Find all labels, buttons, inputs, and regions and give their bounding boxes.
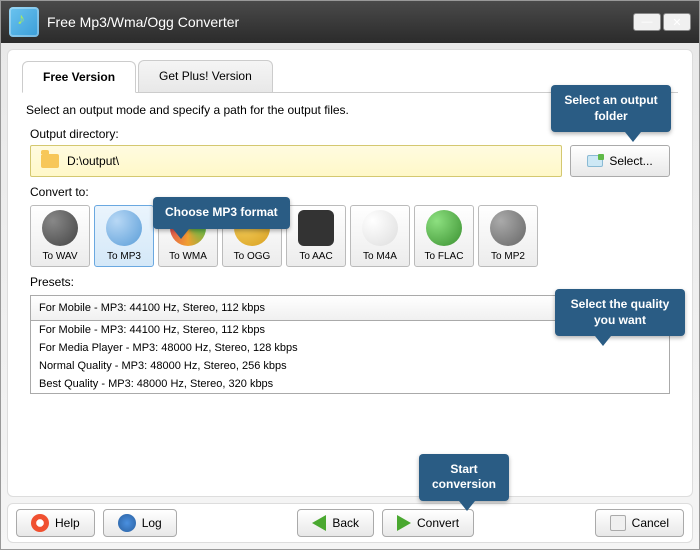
- minimize-button[interactable]: —: [633, 13, 661, 31]
- m4a-icon: [362, 210, 398, 246]
- callout-choose-format: Choose MP3 format: [153, 197, 290, 229]
- tab-free-version[interactable]: Free Version: [22, 61, 136, 93]
- cancel-button[interactable]: Cancel: [595, 509, 684, 537]
- format-mp3-button[interactable]: To MP3: [94, 205, 154, 267]
- preset-option[interactable]: Normal Quality - MP3: 48000 Hz, Stereo, …: [31, 357, 669, 375]
- convert-to-label: Convert to:: [30, 185, 678, 199]
- help-button[interactable]: Help: [16, 509, 95, 537]
- format-aac-button[interactable]: To AAC: [286, 205, 346, 267]
- mp3-icon: [106, 210, 142, 246]
- format-m4a-button[interactable]: To M4A: [350, 205, 410, 267]
- folder-icon: [41, 154, 59, 168]
- callout-output-folder: Select an output folder: [551, 85, 671, 132]
- preset-option[interactable]: For Media Player - MP3: 48000 Hz, Stereo…: [31, 339, 669, 357]
- output-directory-field[interactable]: D:\output\: [30, 145, 562, 177]
- log-button[interactable]: Log: [103, 509, 177, 537]
- output-directory-path: D:\output\: [67, 154, 119, 168]
- cancel-icon: [610, 515, 626, 531]
- format-buttons: To WAV To MP3 To WMA To OGG To AAC To M4…: [30, 205, 670, 267]
- back-button[interactable]: Back: [297, 509, 374, 537]
- aac-icon: [298, 210, 334, 246]
- mp2-icon: [490, 210, 526, 246]
- app-title: Free Mp3/Wma/Ogg Converter: [47, 14, 633, 30]
- flac-icon: [426, 210, 462, 246]
- tab-plus-version[interactable]: Get Plus! Version: [138, 60, 273, 92]
- callout-start-conversion: Start conversion: [419, 454, 509, 501]
- bottom-toolbar: Help Log Back Convert Cancel: [7, 503, 693, 543]
- preset-option[interactable]: Best Quality - MP3: 48000 Hz, Stereo, 32…: [31, 375, 669, 393]
- app-window: Free Mp3/Wma/Ogg Converter — ✕ Free Vers…: [0, 0, 700, 550]
- format-flac-button[interactable]: To FLAC: [414, 205, 474, 267]
- format-wav-button[interactable]: To WAV: [30, 205, 90, 267]
- callout-select-quality: Select the quality you want: [555, 289, 685, 336]
- close-button[interactable]: ✕: [663, 13, 691, 31]
- presets-label: Presets:: [30, 275, 678, 289]
- browse-icon: [587, 155, 603, 167]
- help-icon: [31, 514, 49, 532]
- select-button-label: Select...: [609, 154, 652, 168]
- convert-button[interactable]: Convert: [382, 509, 474, 537]
- log-icon: [118, 514, 136, 532]
- select-folder-button[interactable]: Select...: [570, 145, 670, 177]
- app-icon: [9, 7, 39, 37]
- back-arrow-icon: [312, 515, 326, 531]
- forward-arrow-icon: [397, 515, 411, 531]
- wav-icon: [42, 210, 78, 246]
- titlebar: Free Mp3/Wma/Ogg Converter — ✕: [1, 1, 699, 43]
- format-mp2-button[interactable]: To MP2: [478, 205, 538, 267]
